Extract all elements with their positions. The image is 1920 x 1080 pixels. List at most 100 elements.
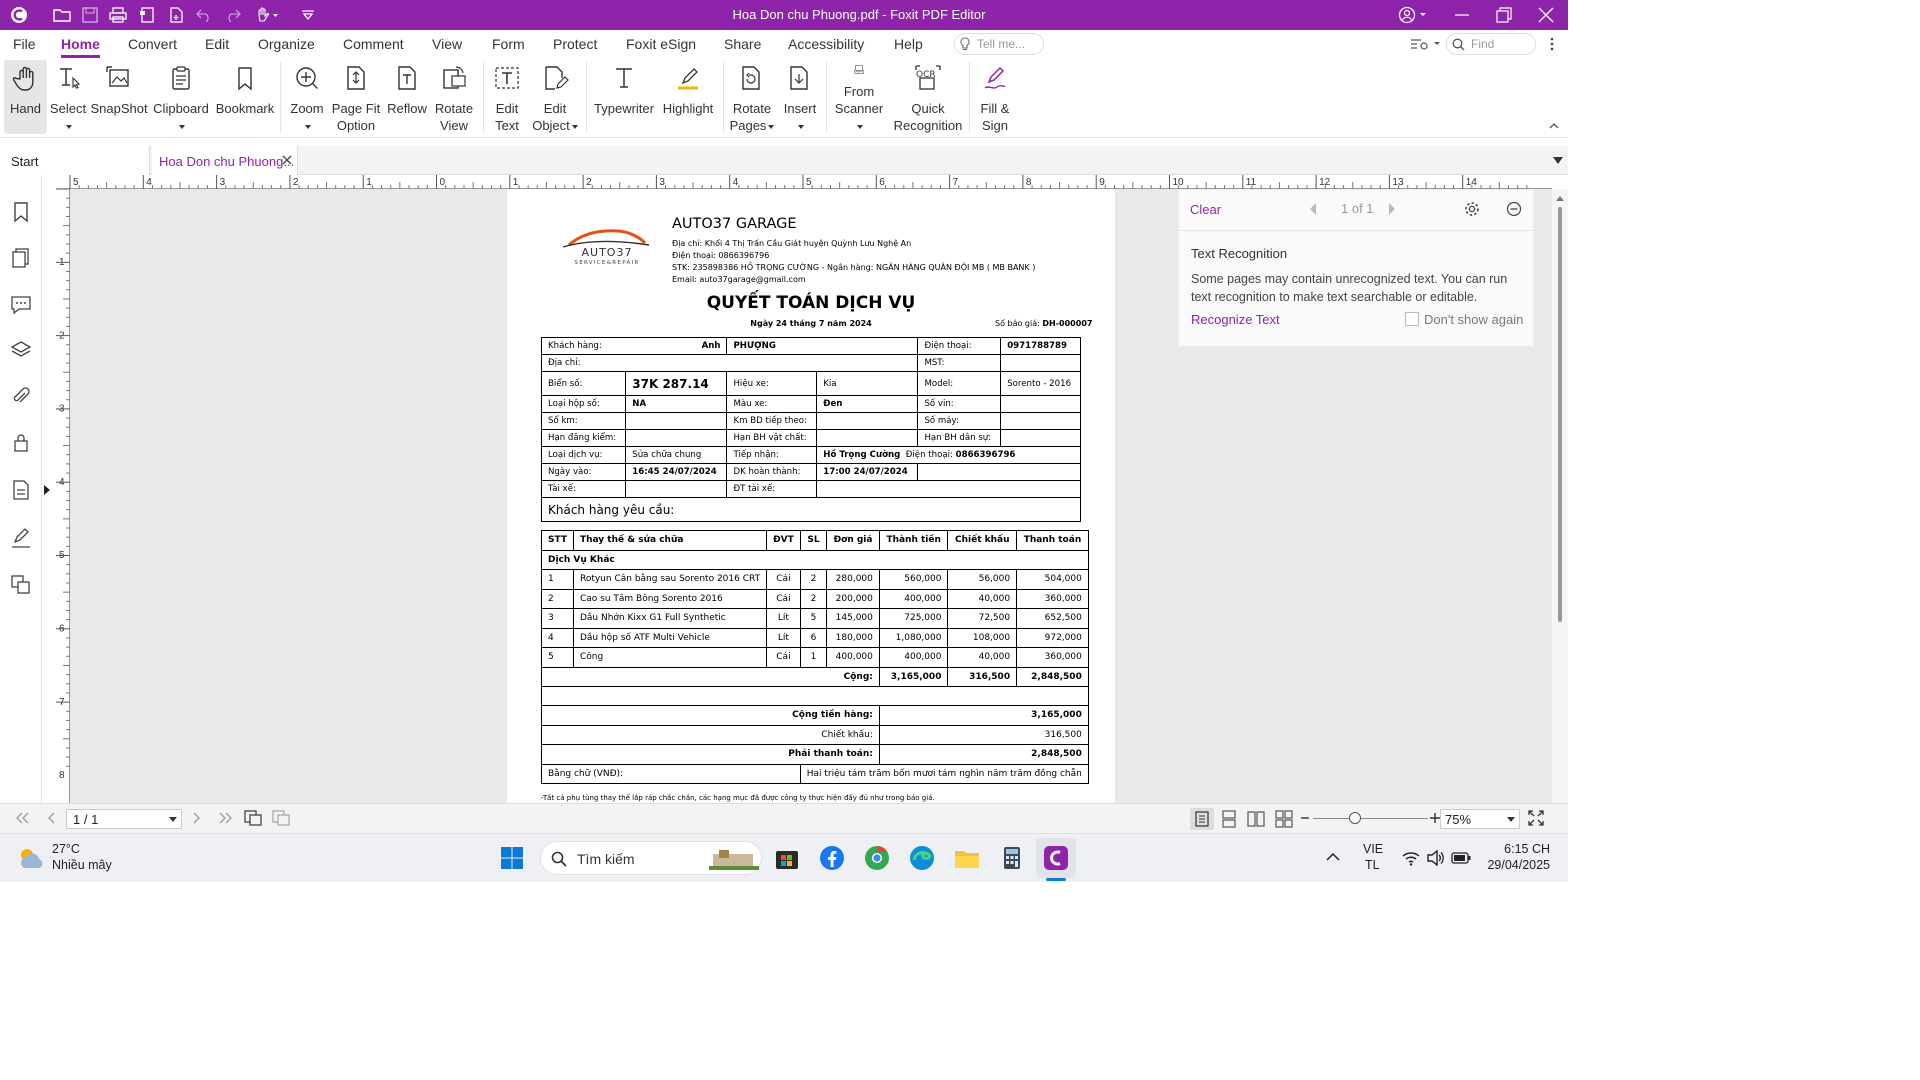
recognize-text-link[interactable]: Recognize Text <box>1191 312 1280 327</box>
tab-start[interactable]: Start <box>0 146 150 175</box>
zoom-slider-thumb[interactable] <box>1349 812 1361 824</box>
close-tab-icon[interactable] <box>282 155 292 165</box>
highlight-button[interactable]: Highlight <box>660 60 716 134</box>
edit-text-button[interactable]: Edit Text <box>489 60 525 134</box>
zoom-slider-track[interactable] <box>1313 818 1428 819</box>
edit-object-button[interactable]: Edit Object <box>530 60 580 134</box>
zoom-level-select[interactable]: 75% <box>1440 809 1520 829</box>
menu-view[interactable]: View <box>432 36 462 52</box>
weather-cloud-icon[interactable] <box>16 846 46 870</box>
next-page-icon[interactable] <box>192 812 202 824</box>
last-page-icon[interactable] <box>218 812 234 824</box>
new-doc-icon[interactable] <box>166 5 186 25</box>
zoom-button[interactable]: Zoom <box>287 60 327 134</box>
menu-form[interactable]: Form <box>492 36 525 52</box>
security-panel-icon[interactable] <box>10 431 32 453</box>
rotate-pages-button[interactable]: Rotate Pages <box>729 60 775 134</box>
search-options-icon[interactable] <box>1410 37 1440 51</box>
page-fit-option-button[interactable]: Page Fit Option <box>330 60 382 134</box>
reflow-button[interactable]: Reflow <box>386 60 428 134</box>
menu-protect[interactable]: Protect <box>553 36 597 52</box>
menu-comment[interactable]: Comment <box>343 36 404 52</box>
hand-tool-quick-icon[interactable] <box>254 5 280 25</box>
single-page-view-icon[interactable] <box>1190 808 1214 830</box>
comments-panel-icon[interactable] <box>10 293 32 315</box>
bookmark-button[interactable]: Bookmark <box>215 60 275 134</box>
pdf-page[interactable]: AUTO37 SERVICE&REPAIR AUTO37 GARAGE Địa … <box>507 189 1115 803</box>
clock-date[interactable]: 29/04/2025 <box>1472 858 1550 872</box>
quick-recognition-button[interactable]: OCR Quick Recognition <box>892 60 964 134</box>
menu-accessibility[interactable]: Accessibility <box>788 36 864 52</box>
attachments-panel-icon[interactable] <box>10 385 32 407</box>
continuous-facing-view-icon[interactable] <box>1275 810 1293 828</box>
menu-file[interactable]: File <box>13 36 36 52</box>
tab-document[interactable]: Hoa Don chu Phuong... <box>152 146 298 175</box>
taskbar-search-box[interactable]: Tìm kiếm <box>540 841 762 875</box>
clock-time[interactable]: 6:15 CH <box>1482 842 1550 856</box>
foxit-taskbar-icon[interactable] <box>1036 838 1076 878</box>
from-scanner-button[interactable]: From Scanner <box>832 60 886 134</box>
menu-help[interactable]: Help <box>894 36 923 52</box>
previous-view-icon[interactable] <box>244 810 262 826</box>
signature-panel-icon[interactable] <box>10 527 32 549</box>
typewriter-button[interactable]: Typewriter <box>592 60 656 134</box>
menu-share[interactable]: Share <box>724 36 761 52</box>
file-explorer-icon[interactable] <box>953 844 981 872</box>
facing-view-icon[interactable] <box>1247 810 1265 828</box>
minimize-icon[interactable] <box>1452 5 1472 25</box>
calculator-icon[interactable] <box>998 844 1026 872</box>
edge-browser-icon[interactable] <box>908 844 936 872</box>
clear-button[interactable]: Clear <box>1190 202 1221 217</box>
menu-convert[interactable]: Convert <box>128 36 177 52</box>
print-icon[interactable] <box>108 5 128 25</box>
previous-result-icon[interactable] <box>1309 203 1317 215</box>
redo-icon[interactable] <box>223 5 243 25</box>
save-icon[interactable] <box>80 5 100 25</box>
layers-panel-icon[interactable] <box>10 339 32 361</box>
copy-doc-icon[interactable] <box>137 5 157 25</box>
show-hidden-icons-icon[interactable] <box>1326 852 1340 862</box>
insert-button[interactable]: Insert <box>779 60 821 134</box>
clipboard-button[interactable]: Clipboard <box>152 60 210 134</box>
menu-home[interactable]: Home <box>61 36 100 58</box>
menu-foxit-esign[interactable]: Foxit eSign <box>626 36 696 52</box>
collapse-panel-icon[interactable] <box>1506 201 1522 217</box>
more-options-icon[interactable] <box>1549 36 1555 52</box>
bookmarks-panel-icon[interactable] <box>10 201 32 223</box>
next-view-icon[interactable] <box>272 810 290 826</box>
battery-icon[interactable] <box>1451 851 1471 865</box>
microsoft-store-icon[interactable] <box>773 844 801 872</box>
open-folder-icon[interactable] <box>52 5 72 25</box>
windows-start-icon[interactable] <box>498 844 526 872</box>
fill-sign-button[interactable]: Fill & Sign <box>975 60 1015 134</box>
close-window-icon[interactable] <box>1536 5 1556 25</box>
restore-icon[interactable] <box>1494 5 1514 25</box>
customize-quick-access-icon[interactable] <box>298 5 318 25</box>
tab-list-icon[interactable] <box>1553 157 1563 164</box>
zoom-out-icon[interactable] <box>1300 812 1310 824</box>
first-page-icon[interactable] <box>14 812 30 824</box>
rotate-view-button[interactable]: Rotate View <box>432 60 476 134</box>
menu-edit[interactable]: Edit <box>205 36 229 52</box>
select-tool-button[interactable]: Select <box>49 60 87 134</box>
chrome-browser-icon[interactable] <box>863 844 891 872</box>
next-result-icon[interactable] <box>1388 203 1396 215</box>
fields-panel-icon[interactable] <box>10 479 32 501</box>
pages-panel-icon[interactable] <box>10 247 32 269</box>
undo-icon[interactable] <box>194 5 214 25</box>
previous-page-icon[interactable] <box>46 812 56 824</box>
input-language[interactable]: VIE <box>1363 842 1383 856</box>
compare-panel-icon[interactable] <box>10 573 32 595</box>
continuous-view-icon[interactable] <box>1220 810 1238 828</box>
collapse-ribbon-icon[interactable] <box>1549 122 1559 130</box>
expand-panel-icon[interactable] <box>44 485 50 495</box>
wifi-icon[interactable] <box>1402 850 1420 866</box>
facebook-icon[interactable] <box>818 844 846 872</box>
fullscreen-icon[interactable] <box>1528 810 1544 826</box>
hand-tool-button[interactable]: Hand <box>4 60 47 134</box>
account-icon[interactable] <box>1396 5 1430 25</box>
vertical-scrollbar[interactable] <box>1552 189 1568 803</box>
dont-show-checkbox[interactable] <box>1405 312 1419 326</box>
scroll-up-icon[interactable] <box>1556 195 1564 201</box>
page-dropdown-icon[interactable] <box>169 817 177 822</box>
